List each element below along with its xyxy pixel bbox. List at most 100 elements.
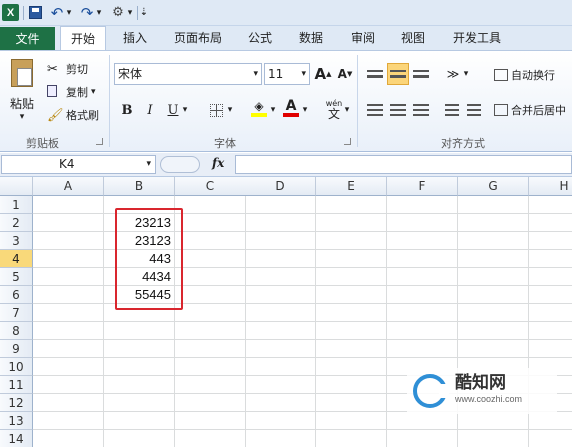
column-header-f[interactable]: F [387, 177, 458, 196]
tab-data[interactable]: 数据 [291, 26, 331, 50]
align-center-button[interactable] [388, 100, 408, 120]
wrap-text-button[interactable]: 自动换行 [494, 66, 555, 84]
save-icon[interactable] [28, 4, 43, 21]
merge-center-button[interactable]: 合并后居中 [494, 101, 566, 119]
font-color-button[interactable]: A [281, 98, 301, 118]
tab-formulas[interactable]: 公式 [240, 26, 280, 50]
copy-button[interactable]: 复制 ▾ [47, 83, 96, 101]
tab-home[interactable]: 开始 [60, 26, 106, 51]
paste-dropdown-icon: ▾ [19, 112, 25, 122]
wrap-text-label: 自动换行 [511, 69, 555, 82]
align-left-icon [367, 104, 383, 116]
customize-icon[interactable]: ⚙ [110, 4, 126, 21]
shrink-font-label: A [337, 67, 347, 81]
name-box-dropdown-icon[interactable]: ▾ [146, 156, 151, 173]
formula-input[interactable] [235, 155, 572, 174]
font-size-value: 11 [268, 67, 284, 81]
clipboard-launcher-icon[interactable] [96, 138, 103, 145]
column-header-a[interactable]: A [33, 177, 104, 196]
more-commands-icon[interactable]: ⇣ [139, 4, 149, 21]
cut-button[interactable]: ✂ 剪切 [47, 60, 88, 78]
row-header-3[interactable]: 3 [0, 232, 33, 250]
tab-view[interactable]: 视图 [393, 26, 433, 50]
border-button[interactable] [206, 100, 226, 120]
column-header-e[interactable]: E [316, 177, 387, 196]
tab-review[interactable]: 审阅 [343, 26, 383, 50]
tab-insert[interactable]: 插入 [115, 26, 155, 50]
merge-center-icon [494, 104, 508, 116]
cut-label: 剪切 [66, 63, 88, 76]
decrease-indent-button[interactable] [442, 100, 462, 120]
column-header-h[interactable]: H [529, 177, 572, 196]
underline-dropdown-icon[interactable]: ▾ [180, 100, 190, 120]
brush-icon: 🖌 [47, 107, 64, 123]
font-color-dropdown-icon[interactable]: ▾ [300, 100, 310, 120]
font-name-dropdown-icon[interactable]: ▾ [253, 64, 258, 84]
scissors-icon: ✂ [47, 61, 58, 77]
row-header-6[interactable]: 6 [0, 286, 33, 304]
align-middle-icon [390, 70, 406, 78]
select-all-corner[interactable] [0, 177, 33, 196]
row-header-2[interactable]: 2 [0, 214, 33, 232]
tab-file[interactable]: 文件 [0, 27, 55, 50]
toolbar-divider [137, 6, 138, 20]
grow-font-button[interactable]: A ▲ [313, 64, 333, 84]
align-right-button[interactable] [411, 100, 431, 120]
tab-page-layout[interactable]: 页面布局 [165, 26, 231, 50]
border-icon [209, 103, 223, 117]
row-header-5[interactable]: 5 [0, 268, 33, 286]
column-header-g[interactable]: G [458, 177, 529, 196]
undo-dropdown-icon[interactable]: ▾ [65, 4, 73, 21]
customize-dropdown-icon[interactable]: ▾ [126, 4, 134, 21]
align-top-icon [367, 70, 383, 78]
row-header-1[interactable]: 1 [0, 196, 33, 214]
row-header-4[interactable]: 4 [0, 250, 33, 268]
font-name-input[interactable]: 宋体 ▾ [114, 63, 262, 85]
row-header-14[interactable]: 14 [0, 430, 33, 447]
fill-color-dropdown-icon[interactable]: ▾ [268, 100, 278, 120]
align-top-button[interactable] [365, 64, 385, 84]
orientation-icon: ≫ [446, 67, 460, 81]
quick-access-toolbar: X ↶ ▾ ↷ ▾ ⚙ ▾ ⇣ [0, 0, 572, 26]
orientation-dropdown-icon[interactable]: ▾ [461, 64, 471, 84]
row-header-11[interactable]: 11 [0, 376, 33, 394]
orientation-button[interactable]: ≫ [443, 64, 463, 84]
redo-dropdown-icon[interactable]: ▾ [95, 4, 103, 21]
copy-label: 复制 [66, 86, 88, 99]
row-header-9[interactable]: 9 [0, 340, 33, 358]
tab-developer[interactable]: 开发工具 [444, 26, 510, 50]
shrink-font-button[interactable]: A ▼ [335, 64, 355, 84]
align-bottom-button[interactable] [411, 64, 431, 84]
font-launcher-icon[interactable] [344, 138, 351, 145]
column-header-c[interactable]: C [175, 177, 246, 196]
increase-indent-button[interactable] [464, 100, 484, 120]
watermark: 酷知网 www.coozhi.com [407, 368, 557, 414]
formula-bar-grip[interactable] [160, 156, 200, 173]
row-header-8[interactable]: 8 [0, 322, 33, 340]
font-size-input[interactable]: 11 ▾ [264, 63, 310, 85]
row-header-13[interactable]: 13 [0, 412, 33, 430]
row-header-10[interactable]: 10 [0, 358, 33, 376]
border-dropdown-icon[interactable]: ▾ [225, 100, 235, 120]
undo-icon[interactable]: ↶ [50, 4, 64, 22]
font-color-icon: A [285, 98, 297, 114]
font-size-dropdown-icon[interactable]: ▾ [301, 64, 306, 84]
fill-color-button[interactable]: ◈ [249, 98, 269, 118]
phonetic-dropdown-icon[interactable]: ▾ [342, 100, 352, 120]
italic-button[interactable]: I [140, 100, 160, 120]
redo-icon[interactable]: ↷ [80, 4, 94, 22]
row-header-12[interactable]: 12 [0, 394, 33, 412]
align-middle-button[interactable] [387, 63, 409, 85]
fx-icon[interactable]: fx [212, 156, 224, 170]
excel-logo-icon[interactable]: X [2, 4, 19, 21]
toolbar-divider [23, 6, 24, 20]
format-painter-button[interactable]: 🖌 格式刷 [47, 106, 99, 124]
align-left-button[interactable] [365, 100, 385, 120]
bold-button[interactable]: B [117, 100, 137, 120]
paste-button[interactable]: 粘贴 ▾ [7, 57, 37, 125]
column-header-b[interactable]: B [104, 177, 175, 196]
row-header-7[interactable]: 7 [0, 304, 33, 322]
name-box[interactable]: K4 ▾ [1, 155, 156, 174]
paste-label: 粘贴 [9, 97, 34, 111]
column-header-d[interactable]: D [245, 177, 316, 196]
